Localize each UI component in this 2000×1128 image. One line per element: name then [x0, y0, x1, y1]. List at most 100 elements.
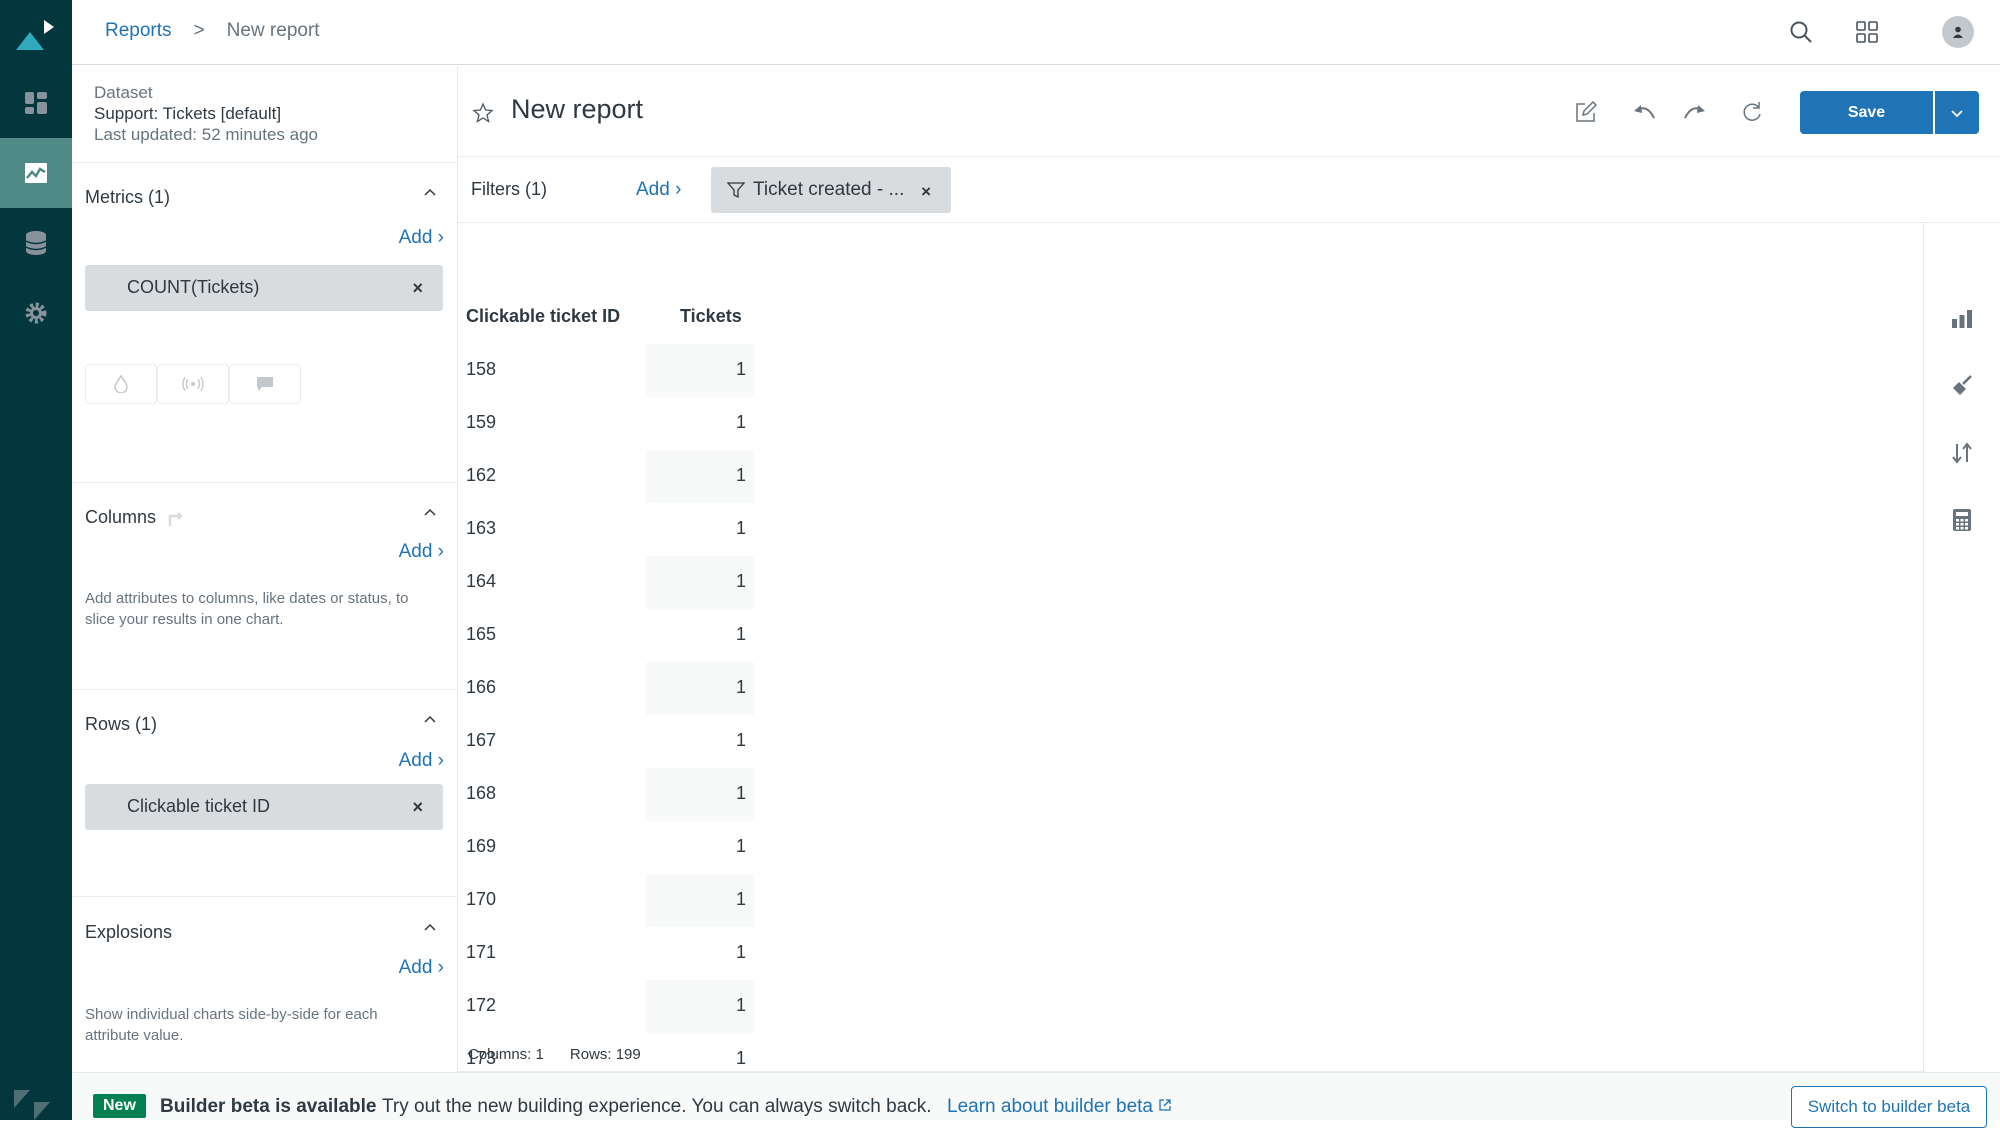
report-main: New report Save Filters (1) Add › Ticket…: [458, 66, 2000, 1072]
collapse-chevron-icon[interactable]: [423, 187, 437, 197]
calculator-icon: [1953, 509, 1971, 531]
breadcrumb: Reports > New report: [105, 20, 320, 42]
ticket-id-cell[interactable]: 158: [466, 359, 496, 380]
rows-count: Rows: 199: [569, 1046, 641, 1063]
ticket-id-cell[interactable]: 163: [466, 518, 496, 539]
ticket-id-cell[interactable]: 170: [466, 889, 496, 910]
explosions-add-link[interactable]: Add ›: [399, 957, 444, 979]
swap-axes-icon[interactable]: [166, 508, 186, 528]
ticket-id-cell[interactable]: 168: [466, 783, 496, 804]
metric-pill[interactable]: COUNT(Tickets) ×: [85, 265, 443, 311]
banner-description: Try out the new building experience. You…: [382, 1096, 932, 1117]
metric-signal-button[interactable]: [157, 364, 229, 404]
column-header-tickets[interactable]: Tickets: [680, 306, 742, 327]
rows-title: Rows (1): [85, 714, 158, 734]
columns-title: Columns: [85, 507, 186, 528]
nav-reports[interactable]: [0, 138, 72, 208]
filter-pill[interactable]: Ticket created - ... ×: [711, 167, 951, 213]
explore-logo-icon[interactable]: [14, 18, 58, 52]
remove-row-icon[interactable]: ×: [412, 797, 423, 818]
columns-add-label: Add: [398, 541, 433, 562]
remove-metric-icon[interactable]: ×: [412, 278, 423, 299]
ticket-id-cell[interactable]: 171: [466, 942, 496, 963]
ticket-id-cell[interactable]: 164: [466, 571, 496, 592]
ticket-id-cell[interactable]: 162: [466, 465, 496, 486]
search-icon: [1790, 21, 1812, 43]
collapse-chevron-icon[interactable]: [423, 507, 437, 517]
breadcrumb-current: New report: [226, 20, 320, 41]
row-pill[interactable]: Clickable ticket ID ×: [85, 784, 443, 830]
tickets-count-cell: 1: [646, 662, 754, 715]
columns-section: Columns Add › Add attributes to columns,…: [72, 482, 457, 689]
filters-add-link[interactable]: Add ›: [636, 179, 681, 201]
columns-hint: Add attributes to columns, like dates or…: [85, 590, 409, 628]
datasets-icon: [25, 231, 47, 255]
apps-button[interactable]: [1851, 16, 1883, 48]
table-row: 165 1: [458, 609, 758, 662]
product-nav: [0, 0, 72, 1120]
metrics-add-link[interactable]: Add ›: [399, 227, 444, 249]
save-options-dropdown[interactable]: [1935, 91, 1979, 134]
edit-button[interactable]: [1572, 98, 1600, 126]
table-row: 158 1: [458, 344, 758, 397]
filters-bar: Filters (1) Add › Ticket created - ... ×: [458, 157, 2000, 223]
sort-button[interactable]: [1946, 437, 1978, 469]
filters-label: Filters (1): [471, 179, 547, 199]
breadcrumb-reports-link[interactable]: Reports: [105, 20, 172, 42]
metric-pill-label: COUNT(Tickets): [127, 277, 260, 297]
apps-grid-icon: [1856, 21, 1878, 43]
dataset-name[interactable]: Support: Tickets [default]: [94, 103, 318, 124]
ticket-id-cell[interactable]: 169: [466, 836, 496, 857]
collapse-chevron-icon[interactable]: [423, 714, 437, 724]
undo-icon: [1634, 105, 1655, 119]
tickets-count-cell: 1: [646, 344, 754, 397]
bar-chart-icon: [1952, 310, 1972, 328]
rows-add-link[interactable]: Add ›: [399, 750, 444, 772]
table-row: 169 1: [458, 821, 758, 874]
nav-datasets[interactable]: [0, 208, 72, 278]
report-config-panel: Dataset Support: Tickets [default] Last …: [72, 66, 458, 1072]
table-row: 159 1: [458, 397, 758, 450]
results-table: Clickable ticket ID Tickets 158 1 159 1 162 1…: [458, 223, 1924, 1072]
breadcrumb-separator: >: [193, 20, 205, 41]
edit-pencil-icon: [1576, 101, 1597, 122]
table-row: 166 1: [458, 662, 758, 715]
visualization-type-button[interactable]: [1946, 303, 1978, 335]
search-button[interactable]: [1785, 16, 1817, 48]
columns-title-label: Columns: [85, 507, 157, 527]
sort-arrows-icon: [1952, 442, 1972, 464]
metric-color-button[interactable]: [85, 364, 157, 404]
report-title[interactable]: New report: [511, 94, 643, 125]
chevron-down-icon: [1951, 109, 1963, 117]
nav-settings[interactable]: [0, 278, 72, 348]
explosions-title: Explosions: [85, 922, 173, 942]
undo-button[interactable]: [1631, 98, 1659, 126]
favorite-star-icon[interactable]: [472, 102, 494, 124]
refresh-button[interactable]: [1738, 98, 1766, 126]
columns-add-link[interactable]: Add ›: [399, 541, 444, 563]
nav-dashboards[interactable]: [0, 68, 72, 138]
banner-title: Builder beta is available: [160, 1096, 377, 1117]
chart-style-button[interactable]: [1946, 370, 1978, 402]
collapse-chevron-icon[interactable]: [423, 922, 437, 932]
table-row: 163 1: [458, 503, 758, 556]
learn-builder-beta-link[interactable]: Learn about builder beta: [947, 1096, 1172, 1118]
remove-filter-icon[interactable]: ×: [921, 182, 931, 202]
table-summary: Columns: 1 Rows: 199: [468, 1046, 641, 1063]
column-header-ticket-id[interactable]: Clickable ticket ID: [466, 306, 620, 327]
ticket-id-cell[interactable]: 159: [466, 412, 496, 433]
metric-label-button[interactable]: [229, 364, 301, 404]
ticket-id-cell[interactable]: 165: [466, 624, 496, 645]
save-button[interactable]: Save: [1800, 91, 1933, 134]
ticket-id-cell[interactable]: 166: [466, 677, 496, 698]
explosions-hint: Show individual charts side-by-side for …: [85, 1006, 378, 1044]
redo-button[interactable]: [1680, 98, 1708, 126]
reports-icon: [25, 163, 47, 183]
calculations-button[interactable]: [1946, 504, 1978, 536]
switch-to-builder-beta-button[interactable]: Switch to builder beta: [1791, 1086, 1987, 1128]
ticket-id-cell[interactable]: 167: [466, 730, 496, 751]
ticket-id-cell[interactable]: 172: [466, 995, 496, 1016]
metrics-add-label: Add: [398, 227, 433, 248]
user-avatar[interactable]: [1942, 16, 1974, 48]
learn-link-label: Learn about builder beta: [947, 1096, 1153, 1117]
